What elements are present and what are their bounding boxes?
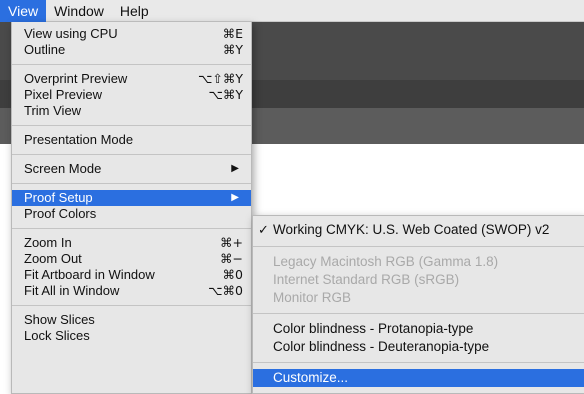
submenu-item-label: Color blindness - Deuteranopia-type: [273, 339, 490, 354]
menu-item-presentation-mode[interactable]: Presentation Mode: [12, 132, 251, 148]
menu-bar: View Window Help: [0, 0, 584, 22]
menu-separator: [12, 125, 251, 126]
submenu-item-deuteranopia[interactable]: Color blindness - Deuteranopia-type: [253, 338, 584, 356]
menu-separator: [12, 305, 251, 306]
menu-item-view-using-cpu[interactable]: View using CPU ⌘E: [12, 26, 251, 42]
menu-item-label: Show Slices: [24, 312, 95, 327]
menu-item-fit-all[interactable]: Fit All in Window ⌥⌘0: [12, 283, 251, 299]
menu-item-label: Screen Mode: [24, 161, 102, 176]
menu-separator: [12, 228, 251, 229]
menu-item-label: Presentation Mode: [24, 132, 134, 147]
menu-item-label: Proof Setup: [24, 190, 93, 205]
submenu-item-monitor-rgb: Monitor RGB: [253, 289, 584, 307]
menubar-window[interactable]: Window: [46, 0, 112, 22]
menu-item-trim-view[interactable]: Trim View: [12, 103, 251, 119]
menu-item-label: Lock Slices: [24, 328, 90, 343]
submenu-item-label: Internet Standard RGB (sRGB): [273, 272, 460, 287]
menu-separator: [12, 154, 251, 155]
menu-item-label: Pixel Preview: [24, 87, 103, 102]
submenu-item-label: Customize...: [273, 370, 349, 385]
proof-setup-submenu: ✓ Working CMYK: U.S. Web Coated (SWOP) v…: [252, 215, 584, 394]
menu-item-outline[interactable]: Outline ⌘Y: [12, 42, 251, 58]
menu-item-proof-colors[interactable]: Proof Colors: [12, 206, 251, 222]
menu-item-label: Zoom In: [24, 235, 72, 250]
menu-item-proof-setup[interactable]: Proof Setup ▶: [12, 190, 251, 206]
menubar-help[interactable]: Help: [112, 0, 157, 22]
submenu-arrow-icon: ▶: [231, 192, 239, 203]
submenu-item-customize[interactable]: Customize...: [253, 369, 584, 387]
submenu-item-label: Color blindness - Protanopia-type: [273, 321, 474, 336]
menu-item-shortcut: ⌥⌘0: [208, 283, 243, 298]
submenu-item-label: Monitor RGB: [273, 290, 352, 305]
menu-item-shortcut: ⌥⇧⌘Y: [197, 71, 243, 86]
menu-item-shortcut: ⌥⌘Y: [208, 87, 243, 102]
menu-item-label: Zoom Out: [24, 251, 82, 266]
submenu-item-label: Legacy Macintosh RGB (Gamma 1.8): [273, 254, 499, 269]
submenu-item-protanopia[interactable]: Color blindness - Protanopia-type: [253, 320, 584, 338]
menu-item-label: Fit Artboard in Window: [24, 267, 155, 282]
menu-item-show-slices[interactable]: Show Slices: [12, 312, 251, 328]
menu-separator: [253, 313, 584, 314]
menu-item-overprint-preview[interactable]: Overprint Preview ⌥⇧⌘Y: [12, 71, 251, 87]
menu-separator: [12, 183, 251, 184]
menu-item-label: Outline: [24, 42, 66, 57]
menu-separator: [12, 64, 251, 65]
menubar-view[interactable]: View: [0, 0, 47, 22]
menu-item-label: Trim View: [24, 103, 82, 118]
menu-item-shortcut: ⌘+: [220, 235, 243, 250]
menu-item-pixel-preview[interactable]: Pixel Preview ⌥⌘Y: [12, 87, 251, 103]
menu-item-label: Overprint Preview: [24, 71, 128, 86]
menu-separator: [253, 362, 584, 363]
menu-item-shortcut: ⌘0: [222, 267, 243, 282]
submenu-item-internet-standard-rgb: Internet Standard RGB (sRGB): [253, 271, 584, 289]
submenu-item-legacy-mac-rgb: Legacy Macintosh RGB (Gamma 1.8): [253, 253, 584, 271]
menu-item-lock-slices[interactable]: Lock Slices: [12, 328, 251, 344]
view-menu: View using CPU ⌘E Outline ⌘Y Overprint P…: [11, 22, 252, 394]
menu-item-screen-mode[interactable]: Screen Mode ▶: [12, 161, 251, 177]
menu-item-fit-artboard[interactable]: Fit Artboard in Window ⌘0: [12, 267, 251, 283]
menu-item-shortcut: ⌘Y: [222, 42, 243, 57]
menu-item-label: View using CPU: [24, 26, 118, 41]
menu-item-shortcut: ⌘−: [220, 251, 243, 266]
menu-item-label: Fit All in Window: [24, 283, 120, 298]
checkmark-icon: ✓: [258, 222, 269, 237]
submenu-item-working-cmyk[interactable]: ✓ Working CMYK: U.S. Web Coated (SWOP) v…: [253, 220, 584, 240]
menu-item-zoom-out[interactable]: Zoom Out ⌘−: [12, 251, 251, 267]
submenu-item-label: Working CMYK: U.S. Web Coated (SWOP) v2: [273, 222, 550, 237]
menu-item-label: Proof Colors: [24, 206, 97, 221]
submenu-arrow-icon: ▶: [231, 163, 239, 174]
menu-item-zoom-in[interactable]: Zoom In ⌘+: [12, 235, 251, 251]
menu-separator: [253, 246, 584, 247]
menu-item-shortcut: ⌘E: [222, 26, 243, 41]
